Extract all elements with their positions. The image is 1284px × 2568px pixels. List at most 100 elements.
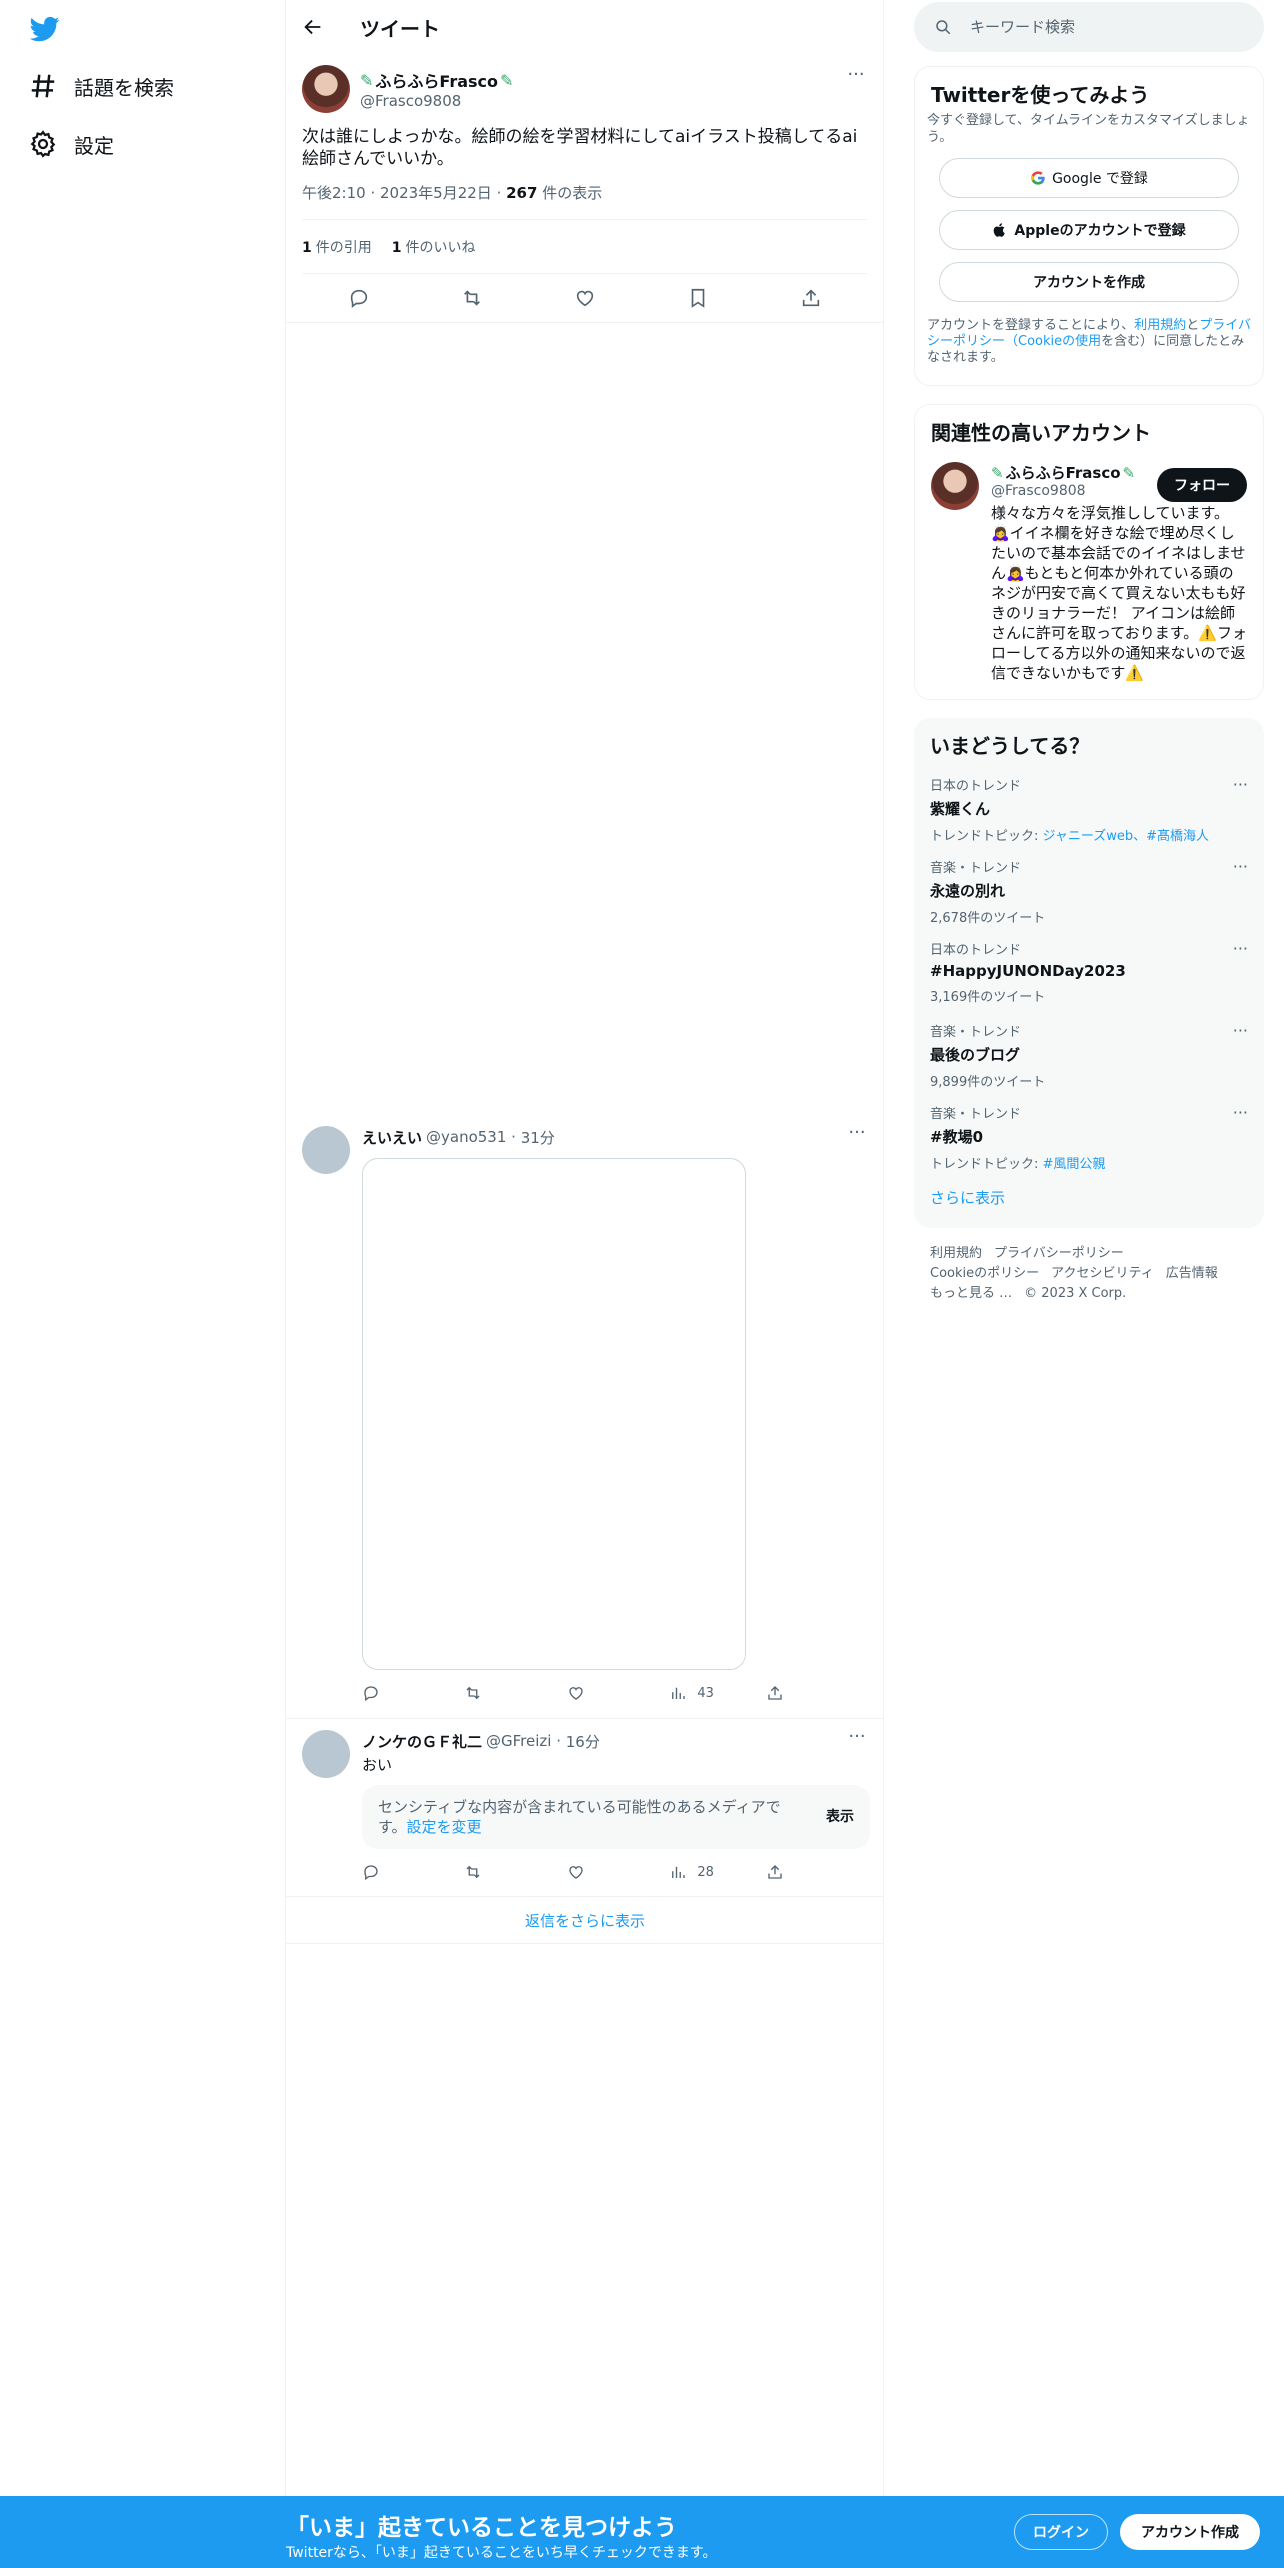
reply-author-name[interactable]: ノンケのＧＦ礼二 bbox=[362, 1731, 482, 1752]
author-handle[interactable]: @Frasco9808 bbox=[360, 92, 513, 110]
reply-button[interactable] bbox=[362, 1863, 464, 1881]
signup-terms: アカウントを登録することにより、利用規約とプライバシーポリシー（Cookieの使… bbox=[915, 302, 1263, 380]
change-settings-link[interactable]: 設定を変更 bbox=[407, 1818, 482, 1836]
views-button[interactable]: 28 bbox=[669, 1863, 765, 1881]
trend-meta-text: トレンドトピック: bbox=[930, 829, 1043, 844]
views-button[interactable]: 43 bbox=[669, 1684, 765, 1702]
reply-tweet[interactable]: えいえい @yano531 · 31分 43 ··· bbox=[286, 1124, 884, 1710]
google-signup-label: Google で登録 bbox=[1052, 171, 1148, 187]
reply-views: 43 bbox=[697, 1685, 714, 1701]
related-bio: 様々な方々を浮気推ししています。🙇‍♀️イイネ欄を好きな絵で埋め尽くしたいので基… bbox=[991, 504, 1247, 682]
sensitive-media-warning: センシティブな内容が含まれている可能性のあるメディアです。設定を変更 表示 bbox=[362, 1785, 870, 1849]
trend-context: 音楽・トレンド bbox=[930, 1107, 1022, 1122]
related-account[interactable]: ✎ ふらふらFrasco ✎ @Frasco9808 様々な方々を浮気推ししてい… bbox=[915, 450, 1263, 699]
reply-time[interactable]: 16分 bbox=[566, 1731, 600, 1752]
reply-tweet[interactable]: ノンケのＧＦ礼二 @GFreizi · 16分 おい センシティブな内容が含まれ… bbox=[286, 1728, 884, 1889]
like-button[interactable] bbox=[567, 1684, 669, 1702]
twitter-bird-icon[interactable] bbox=[28, 14, 62, 44]
trend-item[interactable]: 音楽・トレンド 最後のブログ 9,899件のツイート ··· bbox=[914, 1009, 1264, 1091]
avatar[interactable] bbox=[302, 1730, 350, 1778]
retweet-button[interactable] bbox=[464, 1684, 566, 1702]
reply-views: 28 bbox=[697, 1864, 714, 1880]
footer-links: 利用規約 プライバシーポリシー Cookieのポリシー アクセシビリティ 広告情報 も… bbox=[930, 1244, 1250, 1304]
trend-topic-link[interactable]: #風間公親 bbox=[1043, 1157, 1106, 1172]
more-options-icon[interactable]: ··· bbox=[1233, 939, 1248, 958]
avatar[interactable] bbox=[931, 462, 979, 510]
share-icon[interactable] bbox=[800, 287, 822, 309]
follow-button[interactable]: フォロー bbox=[1157, 468, 1247, 502]
like-button[interactable] bbox=[567, 1863, 669, 1881]
reply-icon bbox=[364, 1865, 378, 1881]
retweet-icon bbox=[466, 1686, 480, 1700]
reply-author-handle[interactable]: @GFreizi bbox=[486, 1732, 551, 1750]
more-options-icon[interactable]: ··· bbox=[845, 66, 867, 90]
signup-title: Twitterを使ってみよう bbox=[931, 83, 1150, 107]
avatar[interactable] bbox=[302, 65, 350, 113]
search-bar[interactable] bbox=[914, 2, 1264, 52]
retweet-button[interactable] bbox=[464, 1863, 566, 1881]
trend-item[interactable]: 音楽・トレンド 永遠の別れ 2,678件のツイート ··· bbox=[914, 845, 1264, 927]
footer-link[interactable]: アクセシビリティ bbox=[1051, 1266, 1154, 1281]
create-account-button[interactable]: アカウントを作成 bbox=[939, 262, 1239, 302]
likes-label: 件のいいね bbox=[405, 239, 476, 256]
footer-link[interactable]: もっと見る … bbox=[930, 1286, 1012, 1301]
tweet-date[interactable]: 2023年5月22日 bbox=[380, 184, 492, 202]
separator-dot: · bbox=[551, 1732, 566, 1750]
signup-subtitle: 今すぐ登録して、タイムラインをカスタマイズしましょう。 bbox=[927, 113, 1250, 145]
views-label: 件の表示 bbox=[537, 184, 603, 202]
show-media-button[interactable]: 表示 bbox=[826, 1807, 854, 1827]
signup-button[interactable]: アカウント作成 bbox=[1120, 2514, 1260, 2550]
trend-meta: トレンドトピック: ジャニーズweb、#髙橋海人 bbox=[930, 825, 1248, 844]
reply-author-name[interactable]: えいえい bbox=[362, 1127, 422, 1148]
signup-card: Twitterを使ってみよう 今すぐ登録して、タイムラインをカスタマイズしましょ… bbox=[914, 66, 1264, 386]
search-input[interactable] bbox=[970, 18, 1230, 36]
reply-time[interactable]: 31分 bbox=[521, 1127, 555, 1148]
login-button[interactable]: ログイン bbox=[1014, 2514, 1108, 2550]
bookmark-icon[interactable] bbox=[687, 287, 709, 309]
media-placeholder[interactable] bbox=[362, 1158, 746, 1670]
trend-item[interactable]: 音楽・トレンド #教場0 トレンドトピック: #風間公親 ··· bbox=[914, 1091, 1264, 1173]
trend-topic-link[interactable]: ジャニーズweb、#髙橋海人 bbox=[1043, 829, 1209, 844]
author-display-name: ふらふらFrasco bbox=[375, 72, 499, 91]
avatar[interactable] bbox=[302, 1126, 350, 1174]
more-options-icon[interactable]: ··· bbox=[1233, 1103, 1248, 1122]
retweet-icon[interactable] bbox=[461, 287, 483, 309]
terms-link[interactable]: 利用規約 bbox=[1134, 318, 1186, 333]
more-options-icon[interactable]: ··· bbox=[1233, 775, 1248, 794]
arrow-left-icon[interactable] bbox=[302, 16, 324, 38]
like-icon[interactable] bbox=[574, 287, 596, 309]
footer-link[interactable]: Cookieのポリシー bbox=[930, 1266, 1039, 1281]
nav-item-explore[interactable]: 話題を検索 bbox=[28, 66, 174, 106]
analytics-icon bbox=[672, 1866, 686, 1878]
quotes-stat[interactable]: 1 件の引用 bbox=[302, 237, 372, 257]
reply-button[interactable] bbox=[362, 1684, 464, 1702]
more-options-icon[interactable]: ··· bbox=[846, 1728, 868, 1752]
reply-icon[interactable] bbox=[348, 287, 370, 309]
tweet-time[interactable]: 午後2:10 bbox=[302, 184, 366, 202]
more-options-icon[interactable]: ··· bbox=[1233, 1021, 1248, 1040]
analytics-icon bbox=[672, 1687, 686, 1699]
footer-link[interactable]: 利用規約 bbox=[930, 1246, 982, 1261]
pencil-emoji-icon: ✎ bbox=[360, 70, 374, 90]
reply-author-handle[interactable]: @yano531 bbox=[426, 1128, 506, 1146]
trend-item[interactable]: 日本のトレンド 紫耀くん トレンドトピック: ジャニーズweb、#髙橋海人 ··… bbox=[914, 763, 1264, 845]
nav-item-settings[interactable]: 設定 bbox=[28, 124, 114, 164]
footer-link[interactable]: 広告情報 bbox=[1166, 1266, 1218, 1281]
more-options-icon[interactable]: ··· bbox=[1233, 857, 1248, 876]
google-signup-button[interactable]: Google で登録 bbox=[939, 158, 1239, 198]
apple-signup-button[interactable]: Appleのアカウントで登録 bbox=[939, 210, 1239, 250]
more-options-icon[interactable]: ··· bbox=[846, 1124, 868, 1148]
share-button[interactable] bbox=[766, 1863, 868, 1881]
footer-link[interactable]: プライバシーポリシー bbox=[994, 1246, 1124, 1261]
related-display-name: ふらふらFrasco bbox=[1005, 464, 1121, 482]
likes-stat[interactable]: 1 件のいいね bbox=[392, 237, 476, 257]
trend-meta: トレンドトピック: #風間公親 bbox=[930, 1153, 1248, 1172]
search-icon bbox=[936, 20, 951, 35]
main-tweet: ✎ ふらふらFrasco ✎ @Frasco9808 ··· 次は誰にしよっかな… bbox=[286, 54, 883, 322]
author-name[interactable]: ✎ ふらふらFrasco ✎ bbox=[360, 68, 513, 92]
show-more-replies-button[interactable]: 返信をさらに表示 bbox=[286, 1896, 884, 1944]
trends-show-more[interactable]: さらに表示 bbox=[914, 1173, 1264, 1226]
trend-item[interactable]: 日本のトレンド #HappyJUNONDay2023 3,169件のツイート ·… bbox=[914, 927, 1264, 1009]
share-button[interactable] bbox=[766, 1684, 868, 1702]
share-icon bbox=[767, 1865, 782, 1879]
